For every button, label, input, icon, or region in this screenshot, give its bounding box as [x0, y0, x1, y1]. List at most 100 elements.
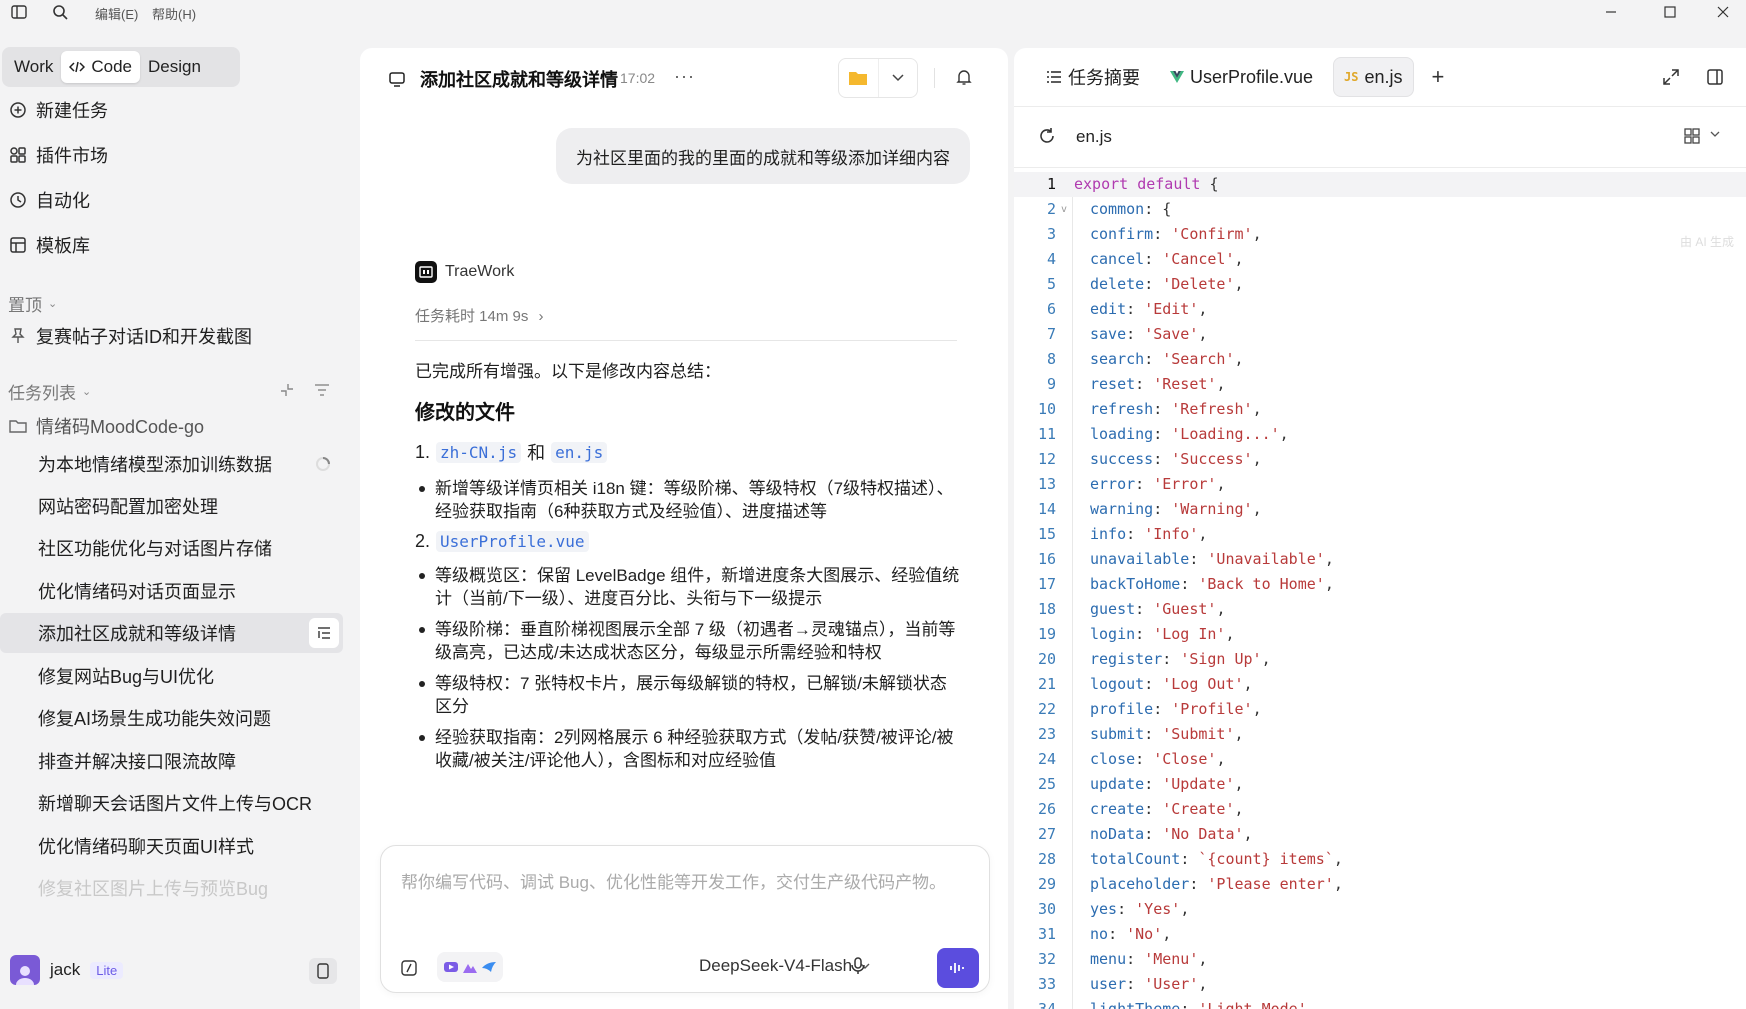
- pinned-item[interactable]: 复赛帖子对话ID和开发截图: [8, 320, 252, 352]
- composer[interactable]: 帮你编写代码、调试 Bug、优化性能等开发工作，交付生产级代码产物。 DeepS…: [380, 845, 990, 993]
- code-line[interactable]: 29 placeholder: 'Please enter',: [1014, 872, 1746, 897]
- code-line[interactable]: 17 backToHome: 'Back to Home',: [1014, 572, 1746, 597]
- task-outline-icon[interactable]: [309, 618, 339, 648]
- chevron-down-icon[interactable]: [877, 59, 917, 97]
- code-line[interactable]: 23 submit: 'Submit',: [1014, 722, 1746, 747]
- code-line[interactable]: 10 refresh: 'Refresh',: [1014, 397, 1746, 422]
- menu-help[interactable]: 帮助(H): [152, 4, 196, 23]
- add-tab-icon[interactable]: +: [1424, 64, 1453, 90]
- code-line[interactable]: 2 v common: {: [1014, 197, 1746, 222]
- line-number: 4: [1046, 250, 1056, 268]
- maximize-icon[interactable]: [1647, 0, 1693, 24]
- code-line[interactable]: 9 reset: 'Reset',: [1014, 372, 1746, 397]
- code-line[interactable]: 12 success: 'Success',: [1014, 447, 1746, 472]
- code-line[interactable]: 27 noData: 'No Data',: [1014, 822, 1746, 847]
- code-line[interactable]: 15 info: 'Info',: [1014, 522, 1746, 547]
- device-icon[interactable]: [309, 958, 337, 984]
- task-list-item[interactable]: 网站密码配置加密处理: [0, 486, 343, 526]
- task-list-item[interactable]: 修复社区图片上传与预览Bug: [0, 868, 343, 908]
- refresh-icon[interactable]: [1038, 127, 1056, 145]
- mode-work-button[interactable]: Work: [6, 51, 61, 83]
- code-line[interactable]: 24 close: 'Close',: [1014, 747, 1746, 772]
- file-chip[interactable]: UserProfile.vue: [436, 531, 589, 552]
- code-line[interactable]: 18 guest: 'Guest',: [1014, 597, 1746, 622]
- task-list-item[interactable]: 修复网站Bug与UI优化: [0, 656, 343, 696]
- task-list-item[interactable]: 社区功能优化与对话图片存储: [0, 528, 343, 568]
- task-list-item[interactable]: 新增聊天会话图片文件上传与OCR: [0, 783, 343, 823]
- code-line[interactable]: 19 login: 'Log In',: [1014, 622, 1746, 647]
- tab-userprofile-vue[interactable]: UserProfile.vue: [1160, 57, 1323, 97]
- task-label: 修复网站Bug与UI优化: [38, 667, 215, 687]
- nav-templates[interactable]: 模板库: [8, 229, 90, 261]
- folder-icon[interactable]: [839, 59, 878, 97]
- code-line[interactable]: 11 loading: 'Loading...',: [1014, 422, 1746, 447]
- search-icon[interactable]: [51, 3, 69, 21]
- close-icon[interactable]: [1700, 0, 1746, 24]
- panel-toggle-icon[interactable]: [1706, 68, 1724, 86]
- code-line[interactable]: 28 totalCount: `{count} items`,: [1014, 847, 1746, 872]
- task-list-item[interactable]: 排查并解决接口限流故障: [0, 741, 343, 781]
- nav-plugin-market[interactable]: 插件市场: [8, 139, 108, 171]
- model-selector[interactable]: DeepSeek-V4-Flash: [699, 956, 870, 976]
- code-line[interactable]: 3 confirm: 'Confirm',: [1014, 222, 1746, 247]
- code-line[interactable]: 32 menu: 'Menu',: [1014, 947, 1746, 972]
- code-line[interactable]: 21 logout: 'Log Out',: [1014, 672, 1746, 697]
- task-duration[interactable]: 任务耗时 14m 9s ›: [415, 305, 957, 341]
- mode-design-button[interactable]: Design: [140, 51, 209, 83]
- layout-grid-icon[interactable]: [1684, 128, 1700, 144]
- code-line[interactable]: 13 error: 'Error',: [1014, 472, 1746, 497]
- fold-chevron-icon[interactable]: v: [1061, 197, 1067, 222]
- code-line[interactable]: 31 no: 'No',: [1014, 922, 1746, 947]
- code-line[interactable]: 4 cancel: 'Cancel',: [1014, 247, 1746, 272]
- video-icon: [443, 960, 459, 974]
- task-list-item[interactable]: 优化情绪码对话页面显示: [0, 571, 343, 611]
- code-line[interactable]: 7 save: 'Save',: [1014, 322, 1746, 347]
- line-number: 31: [1037, 925, 1056, 943]
- code-line[interactable]: 25 update: 'Update',: [1014, 772, 1746, 797]
- code-line[interactable]: 30 yes: 'Yes',: [1014, 897, 1746, 922]
- loading-spinner-icon: [315, 456, 331, 472]
- task-list-item[interactable]: 修复AI场景生成功能失效问题: [0, 698, 343, 738]
- code-line[interactable]: 33 user: 'User',: [1014, 972, 1746, 997]
- tasks-section-toggle[interactable]: 任务列表 ⌄: [8, 379, 91, 404]
- code-line[interactable]: 20 register: 'Sign Up',: [1014, 647, 1746, 672]
- file-chip[interactable]: zh-CN.js: [436, 441, 522, 463]
- more-icon[interactable]: ···: [674, 66, 695, 87]
- code-line[interactable]: 34 lightTheme: 'Light Mode',: [1014, 997, 1746, 1009]
- voice-send-button[interactable]: [937, 948, 979, 988]
- tab-task-summary[interactable]: 任务摘要: [1036, 57, 1150, 97]
- code-text: register: 'Sign Up',: [1090, 650, 1271, 668]
- code-editor[interactable]: 1 export default {2 v common: {3 confirm: 'C…: [1014, 172, 1746, 1009]
- task-list-item[interactable]: 为本地情绪模型添加训练数据: [0, 444, 343, 484]
- task-list-item-active[interactable]: 添加社区成就和等级详情: [0, 613, 343, 653]
- microphone-icon[interactable]: [851, 957, 865, 975]
- bell-icon[interactable]: [956, 68, 972, 86]
- nav-automation[interactable]: 自动化: [8, 184, 90, 216]
- code-line[interactable]: 16 unavailable: 'Unavailable',: [1014, 547, 1746, 572]
- user-bar[interactable]: jack Lite: [10, 955, 124, 985]
- task-list-item[interactable]: 优化情绪码聊天页面UI样式: [0, 826, 343, 866]
- sidebar-toggle-icon[interactable]: [10, 3, 28, 21]
- collapse-icon[interactable]: [278, 381, 296, 399]
- code-line[interactable]: 6 edit: 'Edit',: [1014, 297, 1746, 322]
- composer-placeholder[interactable]: 帮你编写代码、调试 Bug、优化性能等开发工作，交付生产级代码产物。: [401, 868, 946, 893]
- mode-code-button[interactable]: Code: [61, 51, 140, 83]
- filter-icon[interactable]: [313, 381, 331, 399]
- pinned-section-toggle[interactable]: 置顶 ⌄: [8, 291, 57, 316]
- code-line[interactable]: 26 create: 'Create',: [1014, 797, 1746, 822]
- code-line[interactable]: 1 export default {: [1014, 172, 1746, 197]
- nav-new-task[interactable]: 新建任务: [8, 94, 108, 126]
- tab-en-js[interactable]: JS en.js: [1333, 57, 1414, 97]
- tools-group[interactable]: [437, 952, 503, 982]
- slash-command-icon[interactable]: [401, 960, 417, 976]
- code-line[interactable]: 8 search: 'Search',: [1014, 347, 1746, 372]
- expand-icon[interactable]: [1662, 68, 1680, 86]
- code-line[interactable]: 22 profile: 'Profile',: [1014, 697, 1746, 722]
- project-folder[interactable]: 情绪码MoodCode-go: [8, 410, 204, 442]
- code-line[interactable]: 14 warning: 'Warning',: [1014, 497, 1746, 522]
- chevron-down-icon[interactable]: [1710, 131, 1720, 137]
- code-line[interactable]: 5 delete: 'Delete',: [1014, 272, 1746, 297]
- file-chip[interactable]: en.js: [551, 441, 608, 463]
- menu-edit[interactable]: 编辑(E): [95, 4, 138, 23]
- minimize-icon[interactable]: [1588, 0, 1634, 24]
